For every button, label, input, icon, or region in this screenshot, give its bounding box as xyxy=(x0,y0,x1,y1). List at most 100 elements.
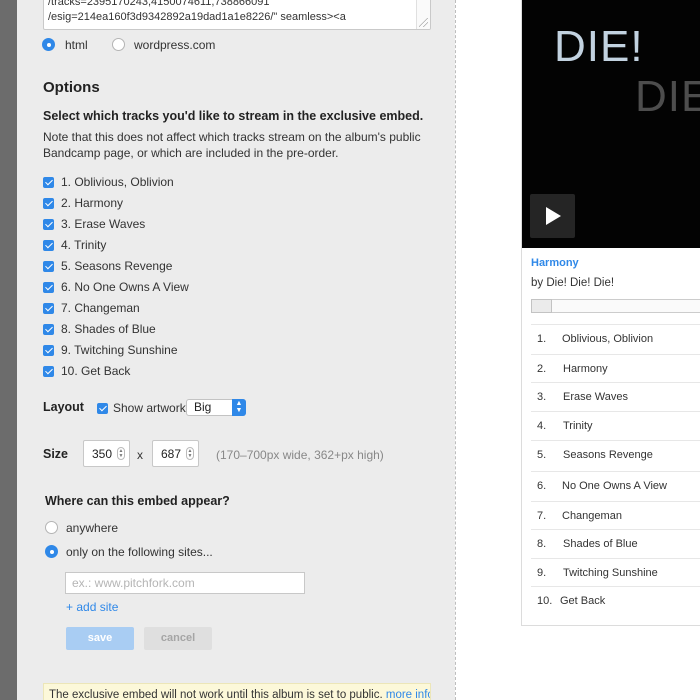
track-number: 9. xyxy=(537,567,547,579)
track-option[interactable]: 8. Shades of Blue xyxy=(43,322,343,338)
play-icon[interactable] xyxy=(530,194,575,238)
track-number: 2. xyxy=(537,363,547,375)
add-site-link[interactable]: + add site xyxy=(66,600,118,614)
track-checkbox[interactable] xyxy=(43,177,54,188)
progress-thumb[interactable] xyxy=(531,299,552,313)
track-checkbox[interactable] xyxy=(43,303,54,314)
track-title: Oblivious, Oblivion xyxy=(562,333,654,345)
radio-anywhere[interactable] xyxy=(45,521,58,534)
public-notice: The exclusive embed will not work until … xyxy=(43,683,431,700)
track-option[interactable]: 7. Changeman xyxy=(43,301,343,317)
track-option[interactable]: 3. Erase Waves xyxy=(43,217,343,233)
preview-track-row[interactable]: 7. Changeman xyxy=(531,501,700,530)
track-label: 6. No One Owns A View xyxy=(61,280,189,294)
track-option[interactable]: 9. Twitching Sunshine xyxy=(43,343,343,359)
select-tracks-note: Note that this does not affect which tra… xyxy=(43,130,421,160)
embed-code-textarea[interactable]: /tracks=2395170243,4150074611,738866091 … xyxy=(43,0,431,30)
progress-bar[interactable] xyxy=(531,299,700,313)
preview-track-row[interactable]: 6. No One Owns A View xyxy=(531,471,700,500)
height-input[interactable]: 687 ▲ ▼ xyxy=(152,440,199,467)
track-title: Shades of Blue xyxy=(563,538,638,550)
track-number: 4. xyxy=(537,420,547,432)
preview-track-row[interactable]: 9. Twitching Sunshine xyxy=(531,558,700,587)
allowed-sites-input[interactable] xyxy=(65,572,305,594)
track-checkbox[interactable] xyxy=(43,366,54,377)
resize-handle-icon[interactable] xyxy=(419,18,428,27)
radio-html-label[interactable]: html xyxy=(65,38,88,52)
layout-label: Layout xyxy=(43,400,84,414)
embed-code-line: /tracks=2395170243,4150074611,738866091 xyxy=(48,0,270,8)
cancel-button[interactable]: cancel xyxy=(144,627,212,650)
track-label: 9. Twitching Sunshine xyxy=(61,343,178,357)
track-option[interactable]: 5. Seasons Revenge xyxy=(43,259,343,275)
track-label: 7. Changeman xyxy=(61,301,140,315)
track-checkbox[interactable] xyxy=(43,219,54,230)
track-number: 7. xyxy=(537,510,547,522)
embed-code-line: /esig=214ea160f3d9342892a19dad1a1e8226/"… xyxy=(48,11,346,23)
radio-html[interactable] xyxy=(42,38,55,51)
track-number: 6. xyxy=(537,480,547,492)
track-number: 10. xyxy=(537,595,553,607)
artwork-size-select[interactable]: Big ▲ ▼ xyxy=(186,399,246,416)
size-label: Size xyxy=(43,447,69,461)
size-hint: (170–700px wide, 362+px high) xyxy=(216,448,384,462)
stepper-icon[interactable]: ▲ ▼ xyxy=(186,447,194,460)
track-option[interactable]: 6. No One Owns A View xyxy=(43,280,343,296)
track-title: Seasons Revenge xyxy=(563,449,653,461)
radio-following-sites[interactable] xyxy=(45,545,58,558)
stepper-icon[interactable]: ▲ ▼ xyxy=(117,447,125,460)
track-option[interactable]: 4. Trinity xyxy=(43,238,343,254)
radio-wordpress-label[interactable]: wordpress.com xyxy=(134,38,215,52)
more-info-link[interactable]: more info xyxy=(386,689,430,700)
track-number: 5. xyxy=(537,449,547,461)
save-button[interactable]: save xyxy=(66,627,134,650)
track-option[interactable]: 10. Get Back xyxy=(43,364,343,380)
track-checkbox[interactable] xyxy=(43,282,54,293)
chevron-updown-icon[interactable]: ▲ ▼ xyxy=(232,399,246,416)
track-title: Erase Waves xyxy=(563,391,629,403)
track-label: 5. Seasons Revenge xyxy=(61,259,173,273)
track-label: 3. Erase Waves xyxy=(61,217,146,231)
preview-track-row[interactable]: 10. Get Back xyxy=(531,586,700,615)
artwork-text: DIE! xyxy=(554,22,644,71)
track-number: 8. xyxy=(537,538,547,550)
track-option[interactable]: 1. Oblivious, Oblivion xyxy=(43,175,343,191)
track-title: Harmony xyxy=(563,363,608,375)
track-checkbox[interactable] xyxy=(43,345,54,356)
track-title: Get Back xyxy=(560,595,606,607)
artwork-text: DIE xyxy=(635,72,700,121)
width-input[interactable]: 350 ▲ ▼ xyxy=(83,440,130,467)
preview-track-row[interactable]: 3. Erase Waves xyxy=(531,382,700,411)
radio-anywhere-label[interactable]: anywhere xyxy=(66,521,118,535)
artwork-size-value: Big xyxy=(194,400,212,414)
track-number: 3. xyxy=(537,391,547,403)
current-track-title[interactable]: Harmony xyxy=(531,257,579,269)
album-artwork: DIE! DIE xyxy=(522,0,700,248)
track-label: 2. Harmony xyxy=(61,196,124,210)
embed-preview-player: DIE! DIE Harmony by Die! Die! Die! 1. Obl… xyxy=(521,0,700,626)
preview-track-row[interactable]: 4. Trinity xyxy=(531,411,700,440)
panel-divider xyxy=(455,0,456,700)
track-checkbox[interactable] xyxy=(43,261,54,272)
times-sign: x xyxy=(137,448,143,462)
track-label: 10. Get Back xyxy=(61,364,131,378)
window-edge xyxy=(0,0,17,700)
options-heading: Options xyxy=(43,79,100,96)
track-checkbox[interactable] xyxy=(43,240,54,251)
show-artwork-checkbox[interactable] xyxy=(97,403,108,414)
preview-track-row[interactable]: 2. Harmony xyxy=(531,354,700,383)
track-checkbox[interactable] xyxy=(43,324,54,335)
track-title: Twitching Sunshine xyxy=(563,567,658,579)
radio-following-sites-label[interactable]: only on the following sites... xyxy=(66,545,213,559)
radio-wordpress[interactable] xyxy=(112,38,125,51)
preview-track-row[interactable]: 1. Oblivious, Oblivion xyxy=(531,324,700,353)
height-value: 687 xyxy=(161,447,182,461)
width-value: 350 xyxy=(92,447,113,461)
track-option[interactable]: 2. Harmony xyxy=(43,196,343,212)
track-checkbox[interactable] xyxy=(43,198,54,209)
track-label: 8. Shades of Blue xyxy=(61,322,156,336)
track-number: 1. xyxy=(537,333,547,345)
show-artwork-label[interactable]: Show artwork xyxy=(113,401,186,415)
preview-track-row[interactable]: 5. Seasons Revenge xyxy=(531,440,700,469)
preview-track-row[interactable]: 8. Shades of Blue xyxy=(531,529,700,558)
